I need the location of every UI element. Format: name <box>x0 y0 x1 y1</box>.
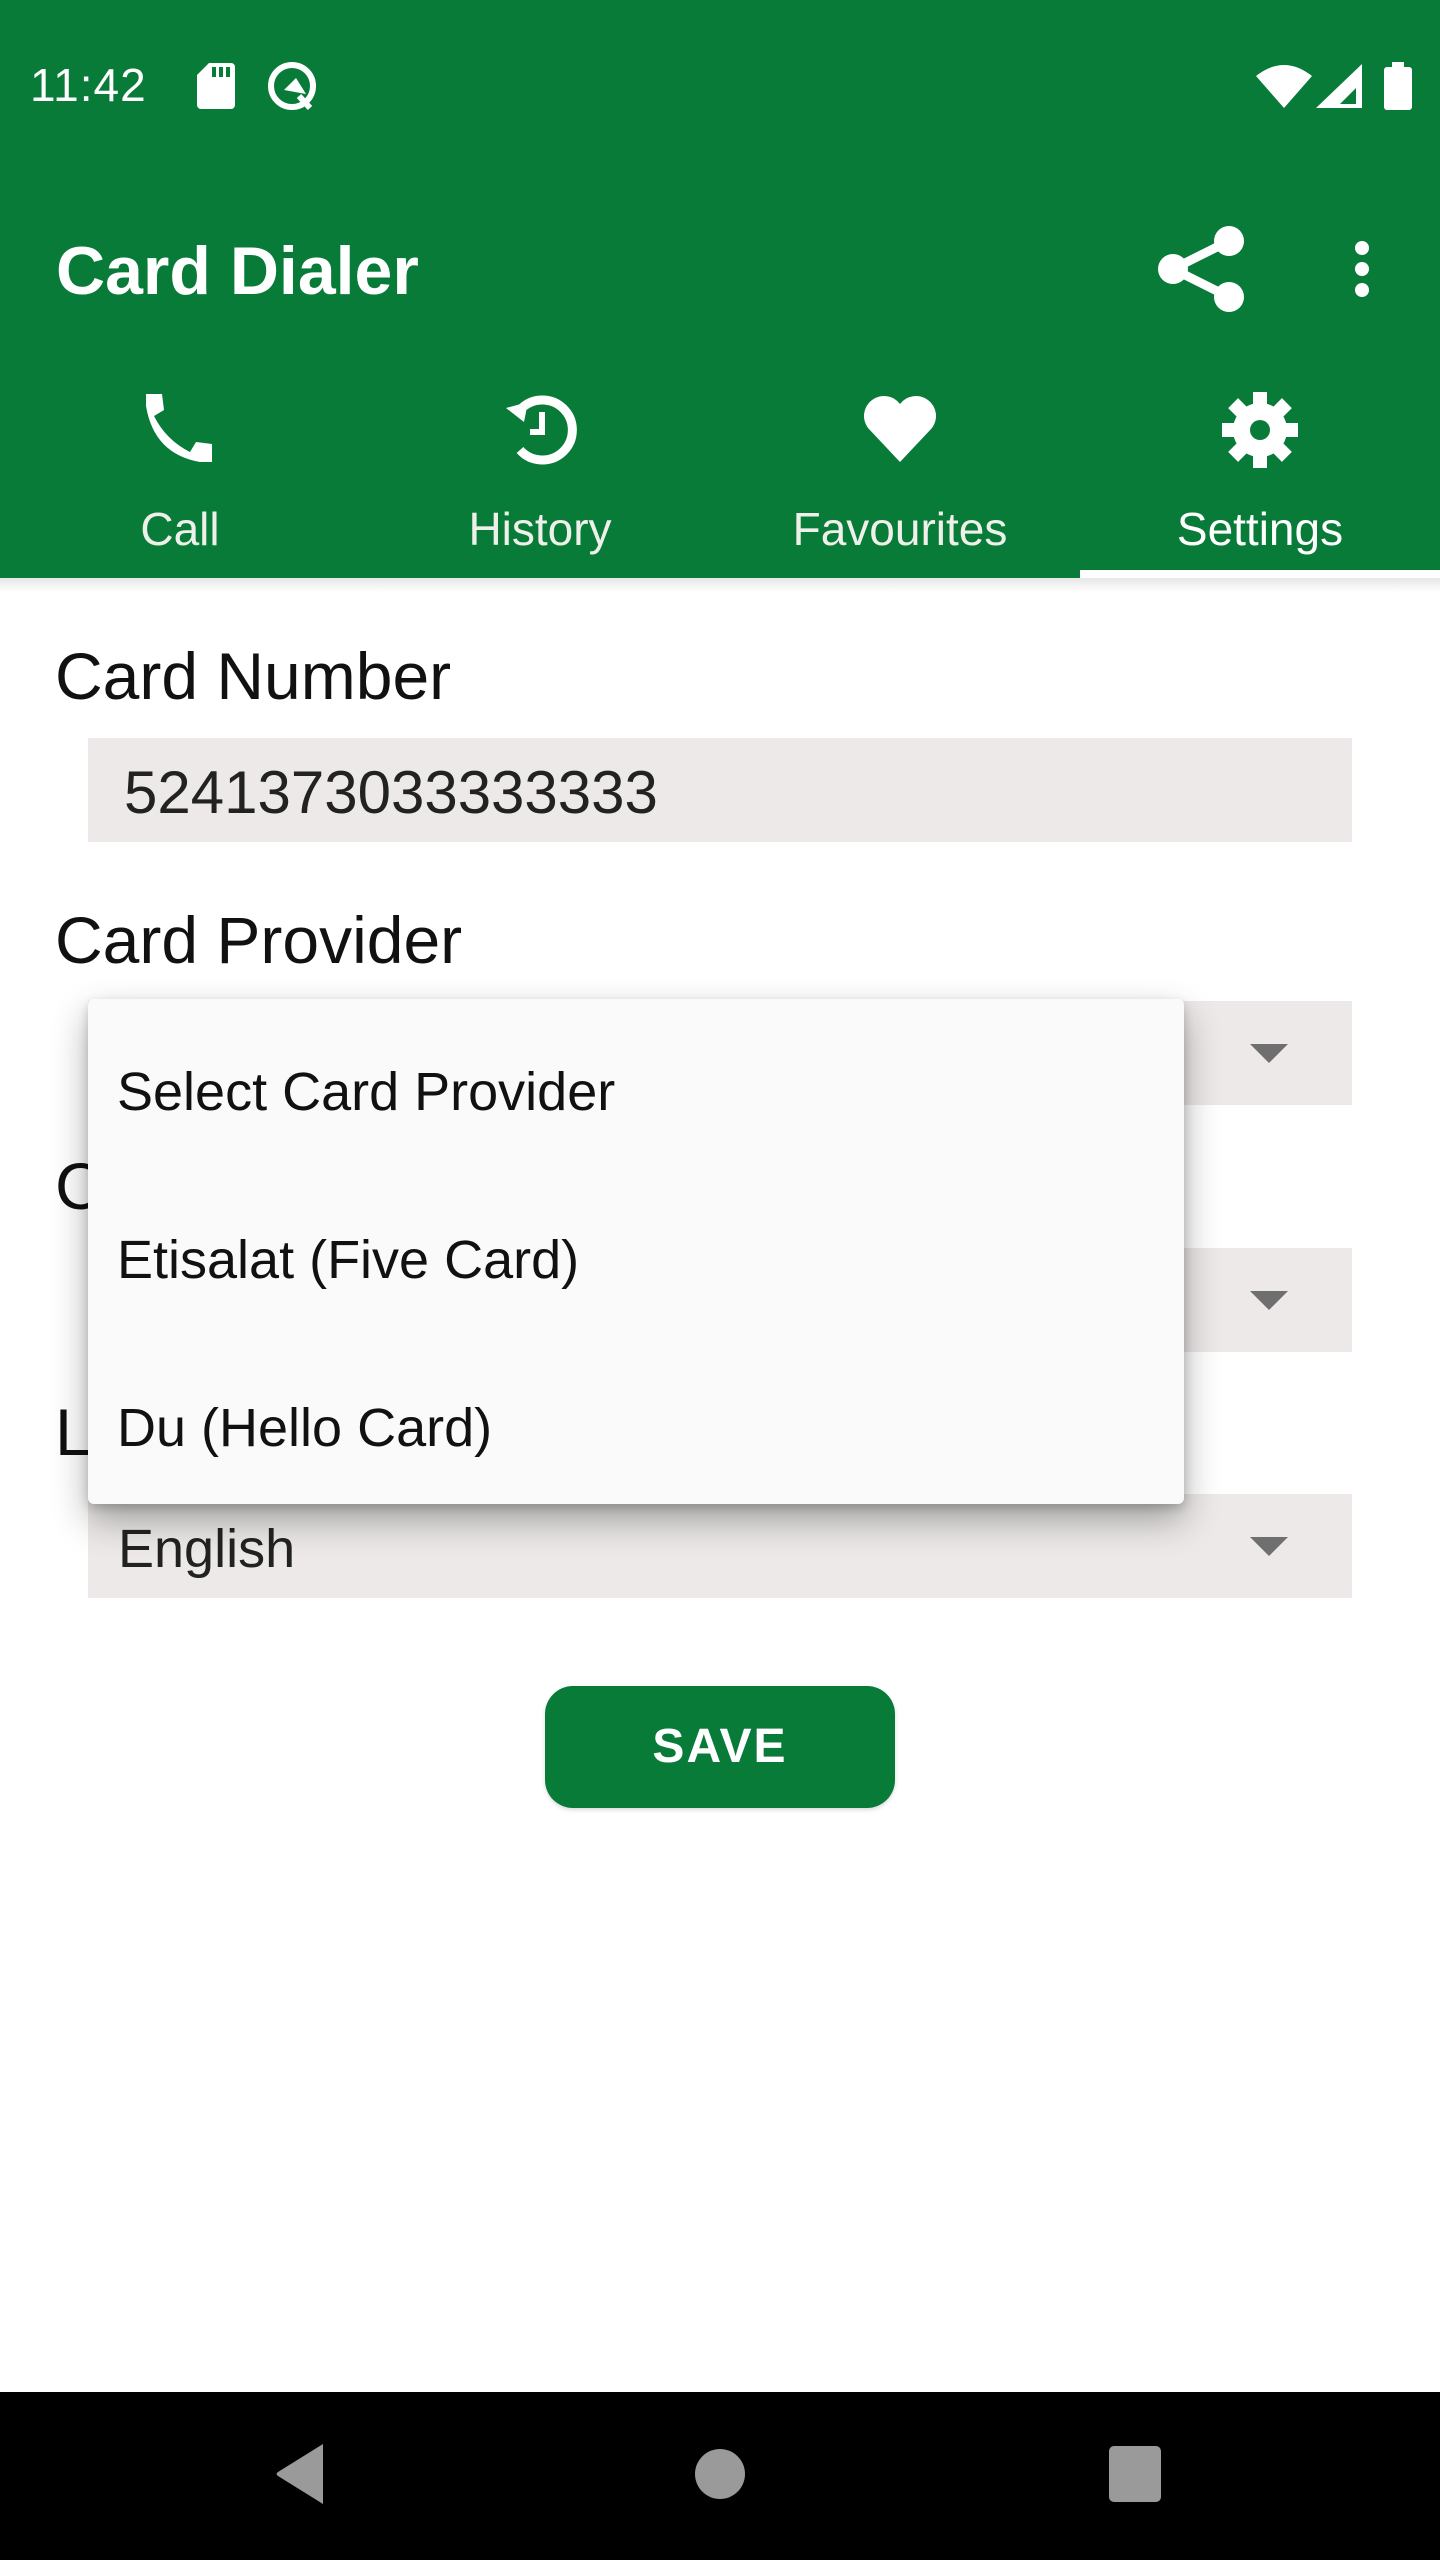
history-icon <box>506 395 577 465</box>
dropdown-option[interactable]: Select Card Provider <box>88 1003 1184 1171</box>
android-q-icon <box>268 62 316 111</box>
battery-icon <box>1384 62 1412 110</box>
status-time: 11:42 <box>30 59 147 111</box>
tab-label: History <box>468 503 612 555</box>
recents-icon[interactable] <box>1109 2446 1161 2502</box>
dropdown-option[interactable]: Du (Hello Card) <box>88 1339 1184 1507</box>
sd-card-icon <box>197 63 235 109</box>
back-icon[interactable] <box>275 2442 325 2506</box>
option-label: Etisalat (Five Card) <box>117 1230 580 1290</box>
more-vert-icon[interactable] <box>1352 240 1372 298</box>
share-icon[interactable] <box>1158 226 1248 312</box>
card-provider-label: Card Provider <box>55 903 463 977</box>
dropdown-option[interactable]: Etisalat (Five Card) <box>88 1171 1184 1339</box>
language-select[interactable]: English <box>88 1494 1352 1598</box>
tab-label: Settings <box>1176 503 1344 555</box>
tab-label: Favourites <box>792 503 1008 555</box>
tab-favourites[interactable]: Favourites <box>720 380 1080 578</box>
card-number-value: 5241373033333333 <box>124 759 658 826</box>
selected-tab-indicator <box>1080 570 1440 578</box>
home-icon[interactable] <box>694 2448 746 2500</box>
language-label: L <box>55 1395 92 1469</box>
gear-icon <box>1222 392 1298 468</box>
tab-bar-shadow <box>0 578 1440 592</box>
card-number-input[interactable]: 5241373033333333 <box>88 738 1352 842</box>
option-label: Select Card Provider <box>117 1062 616 1122</box>
app-title: Card Dialer <box>56 233 419 309</box>
dropdown-arrow-icon <box>1250 1291 1288 1310</box>
wifi-icon <box>1256 65 1312 108</box>
tab-history[interactable]: History <box>360 380 720 578</box>
phone-icon <box>146 394 212 462</box>
dropdown-arrow-icon <box>1250 1044 1288 1063</box>
tab-label: Call <box>140 503 220 555</box>
dropdown-arrow-icon <box>1250 1537 1288 1556</box>
card-number-label: Card Number <box>55 639 452 713</box>
save-button[interactable]: SAVE <box>545 1686 895 1808</box>
language-value: English <box>118 1519 296 1579</box>
heart-icon <box>864 396 936 462</box>
card-provider-dropdown-menu: Select Card Provider Etisalat (Five Card… <box>88 999 1184 1504</box>
tab-settings[interactable]: Settings <box>1080 380 1440 578</box>
cell-signal-icon <box>1316 64 1362 108</box>
option-label: Du (Hello Card) <box>117 1398 493 1458</box>
tab-call[interactable]: Call <box>0 380 360 578</box>
